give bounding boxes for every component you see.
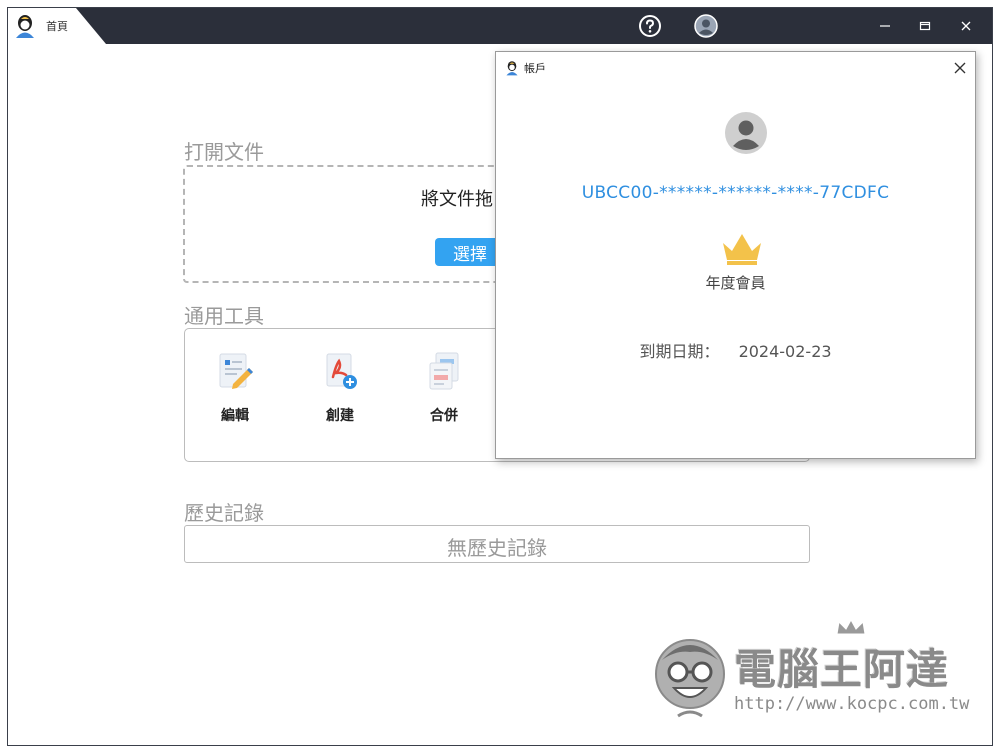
membership-type: 年度會員	[705, 274, 766, 292]
account-button[interactable]	[691, 8, 721, 44]
app-window: 首頁 打開文件 將文件拖 選擇 通用工具 編輯 創建 合併 歷史記錄 無歷史記錄…	[7, 7, 993, 746]
mascot-face-icon	[655, 639, 725, 718]
expiry-row: 到期日期： 2024-02-23	[496, 338, 975, 362]
close-icon	[961, 21, 971, 31]
minimize-button[interactable]	[870, 8, 900, 44]
tab-home[interactable]: 首頁	[8, 8, 106, 44]
account-dialog: 帳戶 UBCC00-******-******-****-77CDFC 年度會員…	[495, 51, 976, 459]
avatar	[725, 112, 767, 154]
drop-zone-text: 將文件拖	[421, 189, 493, 210]
dialog-close-button[interactable]	[948, 56, 972, 80]
tools-title: 通用工具	[184, 304, 264, 328]
dialog-title: 帳戶	[524, 62, 546, 75]
tool-create[interactable]: 創建	[305, 351, 375, 425]
maximize-button[interactable]	[910, 8, 940, 44]
help-button[interactable]	[635, 8, 665, 44]
close-icon	[954, 62, 966, 74]
edit-document-icon	[219, 353, 253, 389]
app-logo-icon	[16, 15, 34, 38]
open-document-title: 打開文件	[184, 140, 264, 164]
watermark-crown-icon	[836, 618, 866, 635]
dialog-header: 帳戶	[496, 52, 975, 82]
merge-documents-icon	[429, 352, 459, 390]
title-bar: 首頁	[8, 8, 992, 44]
minimize-icon	[880, 25, 890, 27]
expiry-label: 到期日期：	[639, 342, 720, 361]
watermark-title: 電腦王阿達	[734, 645, 950, 694]
tool-merge[interactable]: 合併	[409, 351, 479, 425]
watermark: 電腦王阿達 http://www.kocpc.com.tw	[648, 618, 970, 728]
help-icon	[639, 15, 661, 37]
account-id: UBCC00-******-******-****-77CDFC	[581, 183, 890, 203]
tool-edit[interactable]: 編輯	[200, 351, 270, 425]
app-logo-icon	[506, 61, 518, 76]
maximize-icon	[919, 21, 931, 31]
tool-create-label: 創建	[326, 408, 354, 424]
close-window-button[interactable]	[951, 8, 981, 44]
account-icon	[694, 14, 718, 38]
create-pdf-icon	[326, 353, 357, 389]
history-list: 無歷史記錄	[184, 525, 810, 563]
history-title: 歷史記錄	[184, 501, 264, 525]
tool-merge-label: 合併	[430, 408, 458, 424]
expiry-date: 2024-02-23	[738, 342, 832, 361]
history-empty-text: 無歷史記錄	[447, 536, 547, 560]
tab-home-label: 首頁	[46, 20, 68, 33]
watermark-url: http://www.kocpc.com.tw	[734, 694, 970, 714]
tool-edit-label: 編輯	[221, 408, 249, 424]
crown-icon	[723, 234, 761, 265]
